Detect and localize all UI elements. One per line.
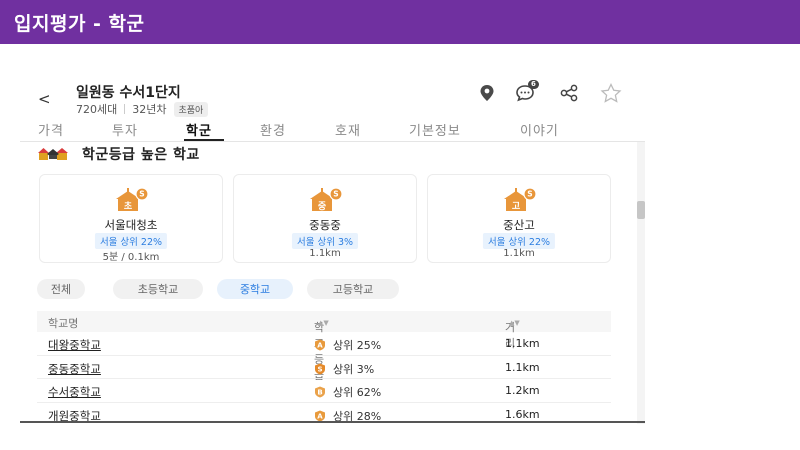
tab-school-district[interactable]: 학군 bbox=[186, 120, 212, 139]
svg-text:A: A bbox=[317, 412, 323, 420]
grade-cell: B 상위 62% bbox=[314, 384, 381, 400]
section-title: 학군등급 높은 학교 bbox=[82, 147, 200, 163]
back-button[interactable]: < bbox=[38, 90, 51, 108]
tab-environment[interactable]: 환경 bbox=[260, 120, 286, 139]
tab-bar: 가격 투자 학군 환경 호재 기본정보 이야기 bbox=[20, 118, 645, 142]
card-rank-badge: 서울 상위 3% bbox=[291, 233, 359, 249]
card-distance: 1.1km bbox=[503, 248, 535, 259]
distance-cell: 1.1km bbox=[505, 360, 540, 374]
distance-cell: 1.6km bbox=[505, 407, 540, 421]
table-row[interactable]: 수서중학교 B 상위 62% 1.2km bbox=[37, 379, 611, 403]
slide-title: 입지평가 - 학군 bbox=[14, 13, 145, 35]
tab-price[interactable]: 가격 bbox=[38, 120, 64, 139]
table-row[interactable]: 대왕중학교 A 상위 25% 1.1km bbox=[37, 332, 611, 356]
complex-name: 일원동 수서1단지 bbox=[76, 85, 181, 101]
info-divider bbox=[124, 104, 126, 114]
school-proximity-badge: 초품아 bbox=[173, 101, 209, 117]
card-distance: 1.1km bbox=[309, 248, 341, 259]
scrollbar-thumb[interactable] bbox=[637, 201, 645, 219]
sort-icon: ▲▼ bbox=[318, 319, 329, 327]
households-count: 720세대 bbox=[76, 103, 118, 116]
card-rank-badge: 서울 상위 22% bbox=[482, 233, 556, 249]
sort-icon: ▲▼ bbox=[509, 319, 520, 327]
grade-text: 상위 62% bbox=[333, 386, 382, 399]
school-table: 학교명 학교등급▲▼ 거리▲▼ 대왕중학교 A 상위 25% 1.1km 중동중학교 S 상… bbox=[37, 311, 611, 424]
grade-text: 상위 25% bbox=[333, 339, 382, 352]
svg-text:S: S bbox=[317, 365, 322, 373]
svg-text:S: S bbox=[333, 190, 338, 199]
distance-cell: 1.2km bbox=[505, 384, 540, 397]
grade-cell: S 상위 3% bbox=[314, 361, 374, 377]
scrollbar-track[interactable] bbox=[637, 142, 645, 424]
filter-chip-elementary[interactable]: 초등학교 bbox=[113, 279, 203, 299]
card-icon-char: 고 bbox=[512, 201, 520, 212]
card-rank-badge: 서울 상위 22% bbox=[94, 233, 168, 249]
star-icon[interactable] bbox=[600, 82, 622, 104]
filter-chip-middle[interactable]: 중학교 bbox=[217, 279, 293, 299]
grade-badge-icon: A bbox=[315, 339, 325, 351]
card-school-name: 중산고 bbox=[503, 218, 535, 232]
distance-cell: 1.1km bbox=[505, 337, 540, 350]
svg-text:S: S bbox=[139, 190, 144, 199]
tab-basic-info[interactable]: 기본정보 bbox=[409, 120, 461, 139]
top-school-card[interactable]: S 초 서울대청초 서울 상위 22% 5분 / 0.1km bbox=[39, 174, 223, 263]
top-school-card[interactable]: S 고 중산고 서울 상위 22% 1.1km bbox=[427, 174, 611, 263]
school-building-icon: S 초 bbox=[114, 187, 150, 213]
filter-chip-all[interactable]: 전체 bbox=[37, 279, 85, 299]
app-screen: < 일원동 수서1단지 720세대 32년차 초품아 6 가격 투자 학군 환경… bbox=[20, 44, 645, 424]
svg-text:A: A bbox=[317, 342, 323, 350]
active-tab-indicator bbox=[184, 139, 224, 141]
table-row[interactable]: 중동중학교 S 상위 3% 1.1km bbox=[37, 356, 611, 379]
grade-text: 상위 3% bbox=[333, 362, 375, 376]
tab-development[interactable]: 호재 bbox=[335, 120, 361, 139]
card-school-name: 서울대청초 bbox=[104, 218, 158, 232]
screen-bottom-edge bbox=[20, 421, 645, 423]
tab-stories[interactable]: 이야기 bbox=[520, 120, 559, 139]
grade-badge-icon: B bbox=[315, 386, 325, 398]
school-building-icon: S 중 bbox=[308, 187, 344, 213]
grade-badge-icon: S bbox=[315, 363, 325, 374]
card-icon-char: 초 bbox=[124, 201, 133, 212]
school-building-icon: S 고 bbox=[502, 187, 538, 213]
grade-cell: A 상위 25% bbox=[314, 337, 381, 353]
slide-header: 입지평가 - 학군 bbox=[0, 0, 800, 44]
share-icon[interactable] bbox=[558, 82, 580, 104]
map-pin-icon[interactable] bbox=[476, 82, 498, 104]
building-age: 32년차 bbox=[132, 103, 167, 116]
complex-info: 720세대 32년차 초품아 bbox=[76, 101, 209, 117]
card-distance: 5분 / 0.1km bbox=[102, 252, 160, 263]
chat-count-badge: 6 bbox=[528, 80, 539, 89]
card-icon-char: 중 bbox=[318, 201, 326, 212]
col-header-name: 학교명 bbox=[48, 317, 79, 330]
svg-text:B: B bbox=[317, 389, 322, 397]
school-name-link[interactable]: 수서중학교 bbox=[48, 384, 101, 400]
school-name-link[interactable]: 중동중학교 bbox=[48, 361, 101, 377]
filter-chip-high[interactable]: 고등학교 bbox=[307, 279, 399, 299]
graduation-cap-icon bbox=[38, 146, 68, 162]
school-name-link[interactable]: 대왕중학교 bbox=[48, 337, 101, 353]
top-school-card[interactable]: S 중 중동중 서울 상위 3% 1.1km bbox=[233, 174, 417, 263]
card-school-name: 중동중 bbox=[309, 218, 341, 232]
table-header: 학교명 학교등급▲▼ 거리▲▼ bbox=[37, 311, 611, 382]
svg-text:S: S bbox=[527, 190, 532, 199]
grade-badge-icon: A bbox=[315, 410, 325, 421]
tab-investment[interactable]: 투자 bbox=[112, 120, 138, 139]
